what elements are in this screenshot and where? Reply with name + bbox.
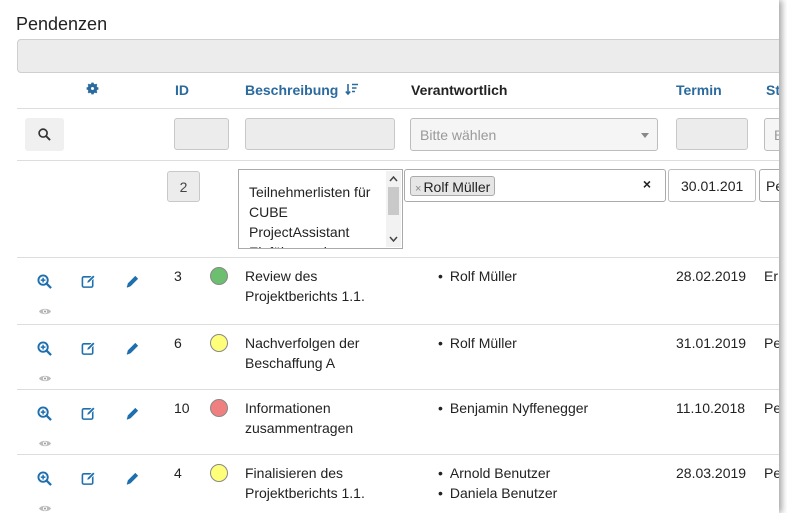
toolbar — [17, 39, 779, 73]
task-description-line: Beschaffung A — [245, 355, 336, 371]
search-button[interactable] — [25, 118, 64, 151]
tag-remove-icon[interactable]: × — [415, 183, 421, 195]
task-description[interactable]: Review des Projektberichts 1.1. — [245, 266, 365, 306]
eye-icon[interactable] — [38, 304, 52, 320]
edit-status-select[interactable]: Pe — [759, 169, 779, 202]
scroll-thumb[interactable] — [388, 187, 399, 215]
responsible-person: Arnold Benutzer — [438, 463, 557, 483]
edit-icon[interactable] — [81, 274, 96, 292]
zoom-in-icon[interactable] — [37, 406, 52, 424]
pencil-icon[interactable] — [125, 471, 140, 489]
responsible-filter-select[interactable]: Bitte wählen — [410, 118, 658, 151]
edit-due-date-input[interactable]: 30.01.201 — [668, 169, 756, 202]
responsible-person: Daniela Benutzer — [438, 483, 557, 503]
edit-icon[interactable] — [81, 471, 96, 489]
clear-selection-icon[interactable]: × — [643, 176, 651, 192]
task-responsible: Rolf Müller — [438, 333, 517, 353]
gear-icon[interactable] — [85, 81, 100, 99]
task-description-line: zusammentragen — [245, 420, 354, 436]
task-description[interactable]: Nachverfolgen der Beschaffung A — [245, 333, 359, 373]
task-due-date: 11.10.2018 — [676, 400, 746, 416]
task-status: Er — [764, 268, 778, 284]
pencil-icon[interactable] — [125, 274, 140, 292]
column-header-due[interactable]: Termin — [676, 82, 722, 98]
responsible-tag-label: Rolf Müller — [423, 179, 491, 195]
search-icon — [38, 128, 51, 141]
scroll-down-icon[interactable] — [386, 233, 401, 245]
task-description[interactable]: Informationen zusammentragen — [245, 398, 353, 438]
edit-id-field[interactable]: 2 — [167, 171, 200, 202]
task-description-line: Informationen — [245, 400, 331, 416]
task-status: Pe — [764, 465, 779, 481]
status-dot — [210, 267, 228, 285]
page-title: Pendenzen — [16, 14, 108, 34]
divider — [17, 257, 779, 258]
scroll-up-icon[interactable] — [386, 173, 401, 185]
pencil-icon[interactable] — [125, 341, 140, 359]
divider — [17, 160, 779, 161]
responsible-person: Rolf Müller — [438, 266, 517, 286]
id-filter-input[interactable] — [174, 118, 229, 150]
divider — [17, 389, 779, 390]
eye-icon[interactable] — [38, 371, 52, 387]
select-placeholder: Bitte wählen — [420, 127, 497, 143]
status-dot — [210, 334, 228, 352]
task-status: Pe — [764, 400, 779, 416]
edit-icon[interactable] — [81, 341, 96, 359]
column-header-description[interactable]: Beschreibung — [245, 82, 359, 98]
column-header-responsible[interactable]: Verantwortlich — [411, 82, 507, 98]
responsible-person: Rolf Müller — [438, 333, 517, 353]
status-filter-placeholder: B — [774, 127, 779, 143]
edit-description-textarea[interactable]: Teilnehmerlisten für CUBE ProjectAssista… — [238, 169, 403, 249]
status-filter-select[interactable]: B — [764, 118, 779, 151]
column-header-status[interactable]: St — [766, 82, 779, 98]
eye-icon[interactable] — [38, 501, 52, 513]
task-description-line: Finalisieren des — [245, 465, 344, 481]
pencil-icon[interactable] — [125, 406, 140, 424]
task-description-line: Projektberichts 1.1. — [245, 485, 365, 501]
responsible-tag: × Rolf Müller — [410, 176, 496, 196]
status-dot — [210, 464, 228, 482]
pendenzen-panel: Pendenzen ID Beschreibung Verantwortlich… — [0, 0, 779, 513]
divider — [17, 324, 779, 325]
task-responsible: Rolf Müller — [438, 266, 517, 286]
divider — [17, 454, 779, 455]
task-responsible: Benjamin Nyffenegger — [438, 398, 588, 418]
task-status: Pe — [764, 335, 779, 351]
sort-desc-icon — [345, 82, 359, 98]
status-dot — [210, 399, 228, 417]
task-due-date: 28.03.2019 — [676, 465, 747, 481]
task-id: 10 — [174, 400, 190, 416]
column-header-id[interactable]: ID — [175, 82, 189, 98]
column-header-description-label: Beschreibung — [245, 82, 339, 98]
task-due-date: 28.02.2019 — [676, 268, 747, 284]
description-filter-input[interactable] — [245, 118, 395, 150]
edit-description-text: Teilnehmerlisten für CUBE ProjectAssista… — [249, 184, 371, 248]
task-id: 6 — [174, 335, 182, 351]
eye-icon[interactable] — [38, 436, 52, 452]
task-description-line: Nachverfolgen der — [245, 335, 360, 351]
chevron-down-icon — [641, 133, 649, 138]
task-due-date: 31.01.2019 — [676, 335, 747, 351]
divider — [17, 108, 779, 109]
zoom-in-icon[interactable] — [37, 274, 52, 292]
task-description[interactable]: Finalisieren des Projektberichts 1.1. — [245, 463, 365, 503]
task-responsible: Arnold BenutzerDaniela Benutzer — [438, 463, 557, 503]
zoom-in-icon[interactable] — [37, 341, 52, 359]
task-id: 4 — [174, 465, 182, 481]
zoom-in-icon[interactable] — [37, 471, 52, 489]
task-description-line: Projektberichts 1.1. — [245, 288, 365, 304]
edit-responsible-multiselect[interactable]: × Rolf Müller × — [404, 169, 666, 202]
due-filter-input[interactable] — [676, 118, 748, 150]
responsible-person: Benjamin Nyffenegger — [438, 398, 588, 418]
edit-icon[interactable] — [81, 406, 96, 424]
task-id: 3 — [174, 268, 182, 284]
task-description-line: Review des — [245, 268, 318, 284]
